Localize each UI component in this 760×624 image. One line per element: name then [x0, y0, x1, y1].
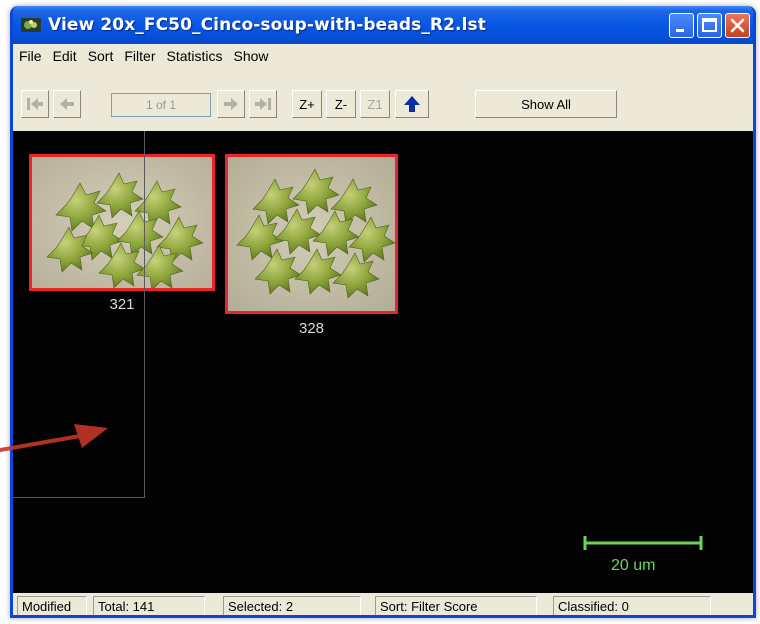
- arrow-right-icon: [224, 98, 238, 110]
- thumbnail-label-328: 328: [298, 320, 325, 337]
- thumbnail-label-321: 321: [109, 296, 135, 313]
- minimize-button[interactable]: [669, 13, 694, 38]
- image-viewer[interactable]: 321 328 20 um: [13, 131, 753, 593]
- scroll-top-button[interactable]: [395, 90, 429, 118]
- first-page-icon: [27, 98, 43, 110]
- app-window: View 20x_FC50_Cinco-soup-with-beads_R2.l…: [10, 6, 756, 618]
- maximize-button[interactable]: [697, 13, 722, 38]
- thumbnail-321[interactable]: [29, 154, 215, 291]
- toolbar: 1 of 1 Z+ Z- Z1 Show All: [13, 78, 753, 118]
- status-classified: Classified: 0: [553, 596, 711, 615]
- thumbnail-328[interactable]: [225, 154, 398, 314]
- minimize-icon: [676, 29, 684, 32]
- close-icon: [730, 18, 745, 33]
- arrow-up-icon: [404, 96, 420, 112]
- status-modified: Modified: [17, 596, 87, 615]
- menu-statistics[interactable]: Statistics: [167, 48, 223, 64]
- cell-colony-image: [228, 157, 395, 311]
- show-all-button[interactable]: Show All: [475, 90, 617, 118]
- status-total: Total: 141: [93, 596, 205, 615]
- arrow-left-icon: [60, 98, 74, 110]
- title-bar[interactable]: View 20x_FC50_Cinco-soup-with-beads_R2.l…: [13, 6, 753, 44]
- menu-edit[interactable]: Edit: [53, 48, 77, 64]
- menu-sort[interactable]: Sort: [88, 48, 114, 64]
- previous-page-button[interactable]: [53, 90, 81, 118]
- first-page-button[interactable]: [21, 90, 49, 118]
- maximize-icon: [702, 18, 717, 32]
- next-page-button[interactable]: [217, 90, 245, 118]
- scale-label: 20 um: [611, 557, 656, 574]
- menu-show[interactable]: Show: [234, 48, 269, 64]
- zoom-in-button[interactable]: Z+: [292, 90, 322, 118]
- zoom-reset-button[interactable]: Z1: [360, 90, 390, 118]
- app-icon: [21, 18, 41, 32]
- window-title: View 20x_FC50_Cinco-soup-with-beads_R2.l…: [48, 15, 486, 35]
- last-page-button[interactable]: [249, 90, 277, 118]
- scale-bar: [583, 536, 703, 550]
- menu-filter[interactable]: Filter: [124, 48, 155, 64]
- menu-file[interactable]: File: [19, 48, 42, 64]
- status-sort: Sort: Filter Score: [375, 596, 537, 615]
- status-bar: Modified Total: 141 Selected: 2 Sort: Fi…: [13, 595, 753, 615]
- cell-colony-image: [32, 157, 212, 288]
- close-button[interactable]: [725, 13, 750, 38]
- page-indicator[interactable]: 1 of 1: [111, 93, 211, 117]
- zoom-out-button[interactable]: Z-: [326, 90, 356, 118]
- status-selected: Selected: 2: [223, 596, 361, 615]
- menu-bar: File Edit Sort Filter Statistics Show: [13, 44, 753, 68]
- last-page-icon: [255, 98, 271, 110]
